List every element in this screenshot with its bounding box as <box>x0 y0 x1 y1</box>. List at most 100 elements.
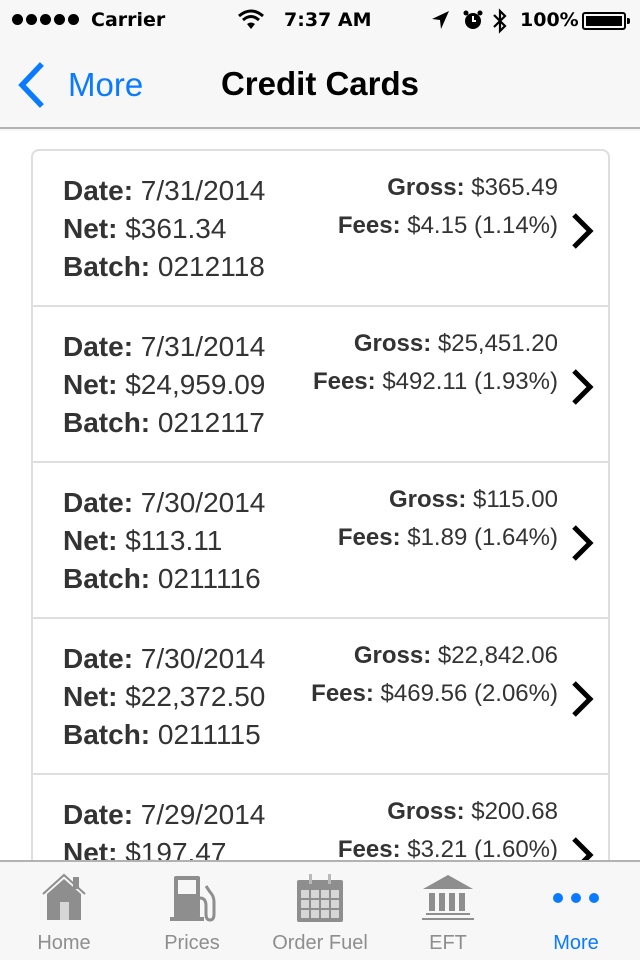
batch-label: Batch: <box>63 407 151 438</box>
date-label: Date: <box>63 331 134 362</box>
net-label: Net: <box>63 213 118 244</box>
page-title-text: Credit Cards <box>220 65 420 102</box>
date-line: Date: 7/29/2014 <box>63 796 265 834</box>
gross-value: $200.68 <box>471 798 558 825</box>
net-value: $24,959.09 <box>125 369 266 400</box>
net-value: $197.47 <box>125 837 227 861</box>
date-value: 7/31/2014 <box>140 331 266 362</box>
tab-home[interactable]: Home <box>0 862 128 960</box>
credit-card-batch-list: Date: 7/31/2014 Net: $361.34 Batch: 0212… <box>31 149 610 861</box>
tab-eft-label: EFT <box>429 932 467 954</box>
batch-row[interactable]: Date: 7/30/2014 Net: $113.11 Batch: 0211… <box>33 463 608 619</box>
gross-line: Gross: $22,842.06 <box>311 637 558 675</box>
chevron-right-icon <box>572 525 594 561</box>
net-value: $113.11 <box>125 525 223 556</box>
home-icon <box>42 873 86 920</box>
net-line: Net: $197.47 <box>63 834 265 861</box>
fees-line: Fees: $3.21 (1.60%) <box>338 831 558 861</box>
batch-summary-left: Date: 7/29/2014 Net: $197.47 Batch: <box>63 796 265 861</box>
net-line: Net: $361.34 <box>63 210 265 248</box>
page-title: Credit Cards <box>0 65 640 103</box>
batch-summary-right: Gross: $200.68 Fees: $3.21 (1.60%) <box>338 793 558 861</box>
date-line: Date: 7/30/2014 <box>63 484 265 522</box>
gross-value: $115.00 <box>473 486 558 513</box>
batch-summary-right: Gross: $115.00 Fees: $1.89 (1.64%) <box>338 481 558 557</box>
net-label: Net: <box>63 369 118 400</box>
chevron-right-icon <box>572 369 594 405</box>
fees-line: Fees: $1.89 (1.64%) <box>338 519 558 557</box>
location-arrow-icon <box>430 9 450 36</box>
batch-label: Batch: <box>63 251 151 282</box>
net-label: Net: <box>63 837 118 861</box>
batch-summary-left: Date: 7/31/2014 Net: $361.34 Batch: 0212… <box>63 172 265 286</box>
credit-card-list-container[interactable]: Date: 7/31/2014 Net: $361.34 Batch: 0212… <box>0 131 640 861</box>
batch-line: Batch: 0211115 <box>63 716 265 754</box>
batch-line: Batch: 0211116 <box>63 560 265 598</box>
gross-label: Gross: <box>387 174 465 201</box>
tab-bar: Home Prices Order Fuel EFT More <box>0 860 640 960</box>
date-value: 7/30/2014 <box>140 643 266 674</box>
battery-icon <box>582 12 626 30</box>
clock-time: 7:37 AM <box>284 9 372 31</box>
tab-order-fuel-label: Order Fuel <box>272 932 368 954</box>
bank-icon <box>422 875 474 920</box>
date-value: 7/31/2014 <box>140 175 266 206</box>
gross-line: Gross: $115.00 <box>338 481 558 519</box>
tab-prices-label: Prices <box>164 932 220 954</box>
fuel-pump-icon <box>170 876 216 922</box>
date-line: Date: 7/31/2014 <box>63 328 265 366</box>
alarm-clock-icon <box>462 9 484 36</box>
tab-prices[interactable]: Prices <box>128 862 256 960</box>
navigation-bar: More Credit Cards <box>0 40 640 129</box>
date-label: Date: <box>63 799 134 830</box>
fees-value: $4.15 (1.14%) <box>407 212 558 239</box>
gross-value: $25,451.20 <box>437 330 558 357</box>
batch-summary-right: Gross: $22,842.06 Fees: $469.56 (2.06%) <box>311 637 558 713</box>
gross-line: Gross: $200.68 <box>338 793 558 831</box>
gross-value: $365.49 <box>471 174 558 201</box>
date-label: Date: <box>63 487 134 518</box>
net-value: $361.34 <box>125 213 227 244</box>
batch-line: Batch: 0212118 <box>63 248 265 286</box>
chevron-right-icon <box>572 837 594 861</box>
batch-row[interactable]: Date: 7/31/2014 Net: $361.34 Batch: 0212… <box>33 151 608 307</box>
net-line: Net: $22,372.50 <box>63 678 265 716</box>
fees-value: $492.11 (1.93%) <box>382 368 558 395</box>
batch-summary-left: Date: 7/30/2014 Net: $22,372.50 Batch: 0… <box>63 640 265 754</box>
batch-value: 0212117 <box>157 407 265 438</box>
date-label: Date: <box>63 175 134 206</box>
fees-line: Fees: $469.56 (2.06%) <box>311 675 558 713</box>
chevron-right-icon <box>572 213 594 249</box>
net-label: Net: <box>63 681 118 712</box>
fees-label: Fees: <box>311 680 374 707</box>
batch-row[interactable]: Date: 7/30/2014 Net: $22,372.50 Batch: 0… <box>33 619 608 775</box>
status-bar: Carrier 7:37 AM 100% <box>0 0 640 40</box>
batch-value: 0211115 <box>157 719 261 750</box>
batch-summary-right: Gross: $25,451.20 Fees: $492.11 (1.93%) <box>313 325 558 401</box>
date-value: 7/30/2014 <box>140 487 266 518</box>
calendar-icon <box>297 874 343 922</box>
batch-label: Batch: <box>63 563 151 594</box>
net-label: Net: <box>63 525 118 556</box>
tab-more-label: More <box>553 932 599 954</box>
tab-more[interactable]: More <box>512 862 640 960</box>
date-label: Date: <box>63 643 134 674</box>
tab-order-fuel[interactable]: Order Fuel <box>256 862 384 960</box>
net-line: Net: $24,959.09 <box>63 366 265 404</box>
battery-tip <box>627 18 630 24</box>
batch-row[interactable]: Date: 7/31/2014 Net: $24,959.09 Batch: 0… <box>33 307 608 463</box>
date-value: 7/29/2014 <box>140 799 266 830</box>
fees-value: $469.56 (2.06%) <box>380 680 558 707</box>
batch-row[interactable]: Date: 7/29/2014 Net: $197.47 Batch: Gros… <box>33 775 608 861</box>
batch-summary-right: Gross: $365.49 Fees: $4.15 (1.14%) <box>338 169 558 245</box>
gross-label: Gross: <box>353 642 432 669</box>
fees-label: Fees: <box>312 368 376 395</box>
wifi-icon <box>238 9 264 36</box>
tab-home-label: Home <box>37 932 91 954</box>
gross-label: Gross: <box>387 798 465 825</box>
gross-line: Gross: $365.49 <box>338 169 558 207</box>
batch-line: Batch: 0212117 <box>63 404 265 442</box>
tab-eft[interactable]: EFT <box>384 862 512 960</box>
fees-line: Fees: $4.15 (1.14%) <box>338 207 558 245</box>
batch-summary-left: Date: 7/30/2014 Net: $113.11 Batch: 0211… <box>63 484 265 598</box>
